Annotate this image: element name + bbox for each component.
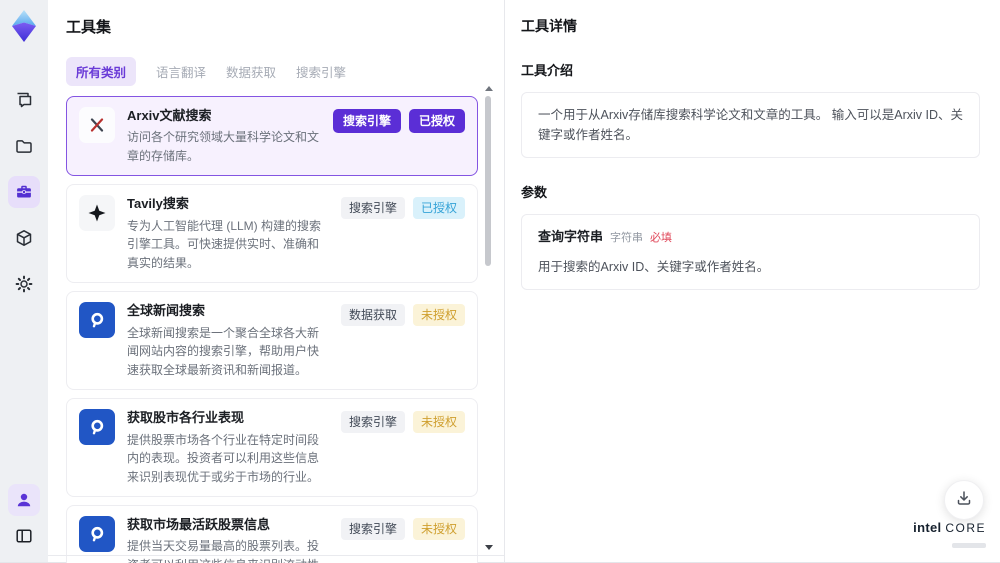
tool-card[interactable]: 全球新闻搜索 全球新闻搜索是一个聚合全球各大新闻网站内容的搜索引擎，帮助用户快速…	[66, 291, 478, 391]
auth-status-badge[interactable]: 未授权	[412, 411, 465, 434]
sidebar-item-files[interactable]	[8, 130, 40, 162]
param-card: 查询字符串 字符串 必填 用于搜索的Arxiv ID、关键字或作者姓名。	[521, 214, 980, 290]
tool-info: Tavily搜索 专为人工智能代理 (LLM) 构建的搜索引擎工具。可快速提供实…	[127, 195, 329, 272]
scroll-down-icon[interactable]	[485, 545, 493, 550]
sidebar-bottom	[8, 484, 40, 552]
tools-panel: 工具集 所有类别 语言翻译 数据获取 搜索引擎 Arxiv文献搜索 访问各个研究…	[48, 0, 505, 563]
tool-description: 全球新闻搜索是一个聚合全球各大新闻网站内容的搜索引擎，帮助用户快速获取全球最新资…	[127, 325, 320, 377]
tool-description: 提供股票市场各个行业在特定时间段内的表现。投资者可以利用这些信息来识别表现优于或…	[127, 432, 320, 484]
tool-card[interactable]: 获取市场最活跃股票信息 提供当天交易量最高的股票列表。投资者可以利用这些信息来识…	[66, 505, 478, 563]
brand-core: CORE	[945, 521, 986, 535]
sidebar-item-chat[interactable]	[8, 84, 40, 116]
tool-tags: 数据获取 未授权	[340, 304, 465, 327]
param-description: 用于搜索的Arxiv ID、关键字或作者姓名。	[538, 259, 770, 274]
intro-text: 一个用于从Arxiv存储库搜索科学论文和文章的工具。 输入可以是Arxiv ID…	[538, 108, 964, 142]
user-icon	[14, 490, 34, 510]
category-badge: 搜索引擎	[340, 518, 405, 541]
toolbox-icon	[14, 182, 34, 202]
tool-detail-panel: 工具详情 工具介绍 一个用于从Arxiv存储库搜索科学论文和文章的工具。 输入可…	[505, 0, 1000, 562]
params-heading: 参数	[521, 185, 548, 200]
auth-status-badge[interactable]: 已授权	[408, 109, 465, 133]
news-blue-icon	[79, 516, 115, 553]
tool-tags: 搜索引擎 已授权	[340, 197, 465, 220]
tool-card[interactable]: Arxiv文献搜索 访问各个研究领域大量科学论文和文章的存储库。 搜索引擎 已授…	[66, 96, 478, 177]
tool-card[interactable]: Tavily搜索 专为人工智能代理 (LLM) 构建的搜索引擎工具。可快速提供实…	[66, 184, 478, 284]
param-name: 查询字符串	[538, 229, 604, 244]
tool-name: 获取股市各行业表现	[127, 410, 245, 426]
cube-icon	[14, 228, 34, 248]
sidebar-item-settings[interactable]	[8, 268, 40, 300]
tool-info: 全球新闻搜索 全球新闻搜索是一个聚合全球各大新闻网站内容的搜索引擎，帮助用户快速…	[127, 302, 329, 379]
auth-status-badge[interactable]: 已授权	[412, 197, 465, 220]
tool-description: 专为人工智能代理 (LLM) 构建的搜索引擎工具。可快速提供实时、准确和真实的结…	[127, 218, 322, 270]
category-badge: 搜索引擎	[332, 109, 401, 133]
panel-toggle-icon	[14, 526, 34, 546]
tool-description: 访问各个研究领域大量科学论文和文章的存储库。	[127, 130, 320, 163]
detail-title: 工具详情	[521, 18, 577, 34]
tool-name: Tavily搜索	[127, 196, 189, 212]
page-title: 工具集	[66, 19, 112, 36]
category-badge: 搜索引擎	[340, 197, 405, 220]
tavily-icon	[79, 195, 115, 232]
auth-status-badge[interactable]: 未授权	[412, 518, 465, 541]
tool-info: Arxiv文献搜索 访问各个研究领域大量科学论文和文章的存储库。	[127, 107, 321, 165]
tools-list: Arxiv文献搜索 访问各个研究领域大量科学论文和文章的存储库。 搜索引擎 已授…	[66, 96, 478, 563]
gear-icon	[14, 274, 34, 294]
category-tabs: 所有类别 语言翻译 数据获取 搜索引擎	[66, 57, 478, 86]
news-blue-icon	[79, 302, 115, 339]
sidebar-item-account[interactable]	[8, 484, 40, 516]
sidebar-nav	[8, 84, 40, 300]
tool-tags: 搜索引擎 未授权	[340, 518, 465, 541]
chat-icon	[14, 90, 34, 110]
arxiv-icon	[79, 107, 115, 143]
scrollbar-thumb[interactable]	[485, 96, 491, 266]
tool-info: 获取市场最活跃股票信息 提供当天交易量最高的股票列表。投资者可以利用这些信息来识…	[127, 516, 329, 563]
tool-tags: 搜索引擎 未授权	[340, 411, 465, 434]
brand-subtag	[952, 543, 986, 548]
app-logo-icon	[7, 8, 41, 44]
tool-name: 获取市场最活跃股票信息	[127, 517, 271, 533]
sidebar	[0, 0, 48, 562]
news-blue-icon	[79, 409, 115, 446]
download-icon	[955, 489, 973, 512]
tab-language-translation[interactable]: 语言翻译	[156, 57, 206, 86]
folder-icon	[14, 136, 34, 156]
intel-core-logo: intel CORE	[913, 520, 986, 552]
sidebar-item-collapse[interactable]	[8, 520, 40, 552]
required-badge: 必填	[650, 232, 673, 244]
tool-description: 提供当天交易量最高的股票列表。投资者可以利用这些信息来识别流动性强的股票和潜在的…	[127, 539, 320, 563]
sidebar-item-tools[interactable]	[8, 176, 40, 208]
auth-status-badge[interactable]: 未授权	[412, 304, 465, 327]
intro-heading: 工具介绍	[521, 63, 574, 78]
list-scrollbar[interactable]	[484, 86, 493, 550]
brand-intel: intel	[913, 520, 942, 535]
tool-name: 全球新闻搜索	[127, 303, 206, 319]
tab-all-categories[interactable]: 所有类别	[66, 57, 137, 86]
scroll-up-icon[interactable]	[485, 86, 493, 91]
param-header: 查询字符串 字符串 必填	[538, 227, 963, 248]
sidebar-item-packages[interactable]	[8, 222, 40, 254]
tool-tags: 搜索引擎 已授权	[332, 109, 465, 133]
tool-card[interactable]: 获取股市各行业表现 提供股票市场各个行业在特定时间段内的表现。投资者可以利用这些…	[66, 398, 478, 498]
tab-search-engine[interactable]: 搜索引擎	[296, 57, 346, 86]
category-badge: 数据获取	[340, 304, 405, 327]
download-button[interactable]	[944, 480, 984, 520]
tab-data-fetch[interactable]: 数据获取	[226, 57, 276, 86]
param-type: 字符串	[610, 232, 644, 244]
tool-info: 获取股市各行业表现 提供股票市场各个行业在特定时间段内的表现。投资者可以利用这些…	[127, 409, 329, 486]
intro-card: 一个用于从Arxiv存储库搜索科学论文和文章的工具。 输入可以是Arxiv ID…	[521, 92, 980, 158]
tool-name: Arxiv文献搜索	[127, 108, 212, 123]
category-badge: 搜索引擎	[340, 411, 405, 434]
